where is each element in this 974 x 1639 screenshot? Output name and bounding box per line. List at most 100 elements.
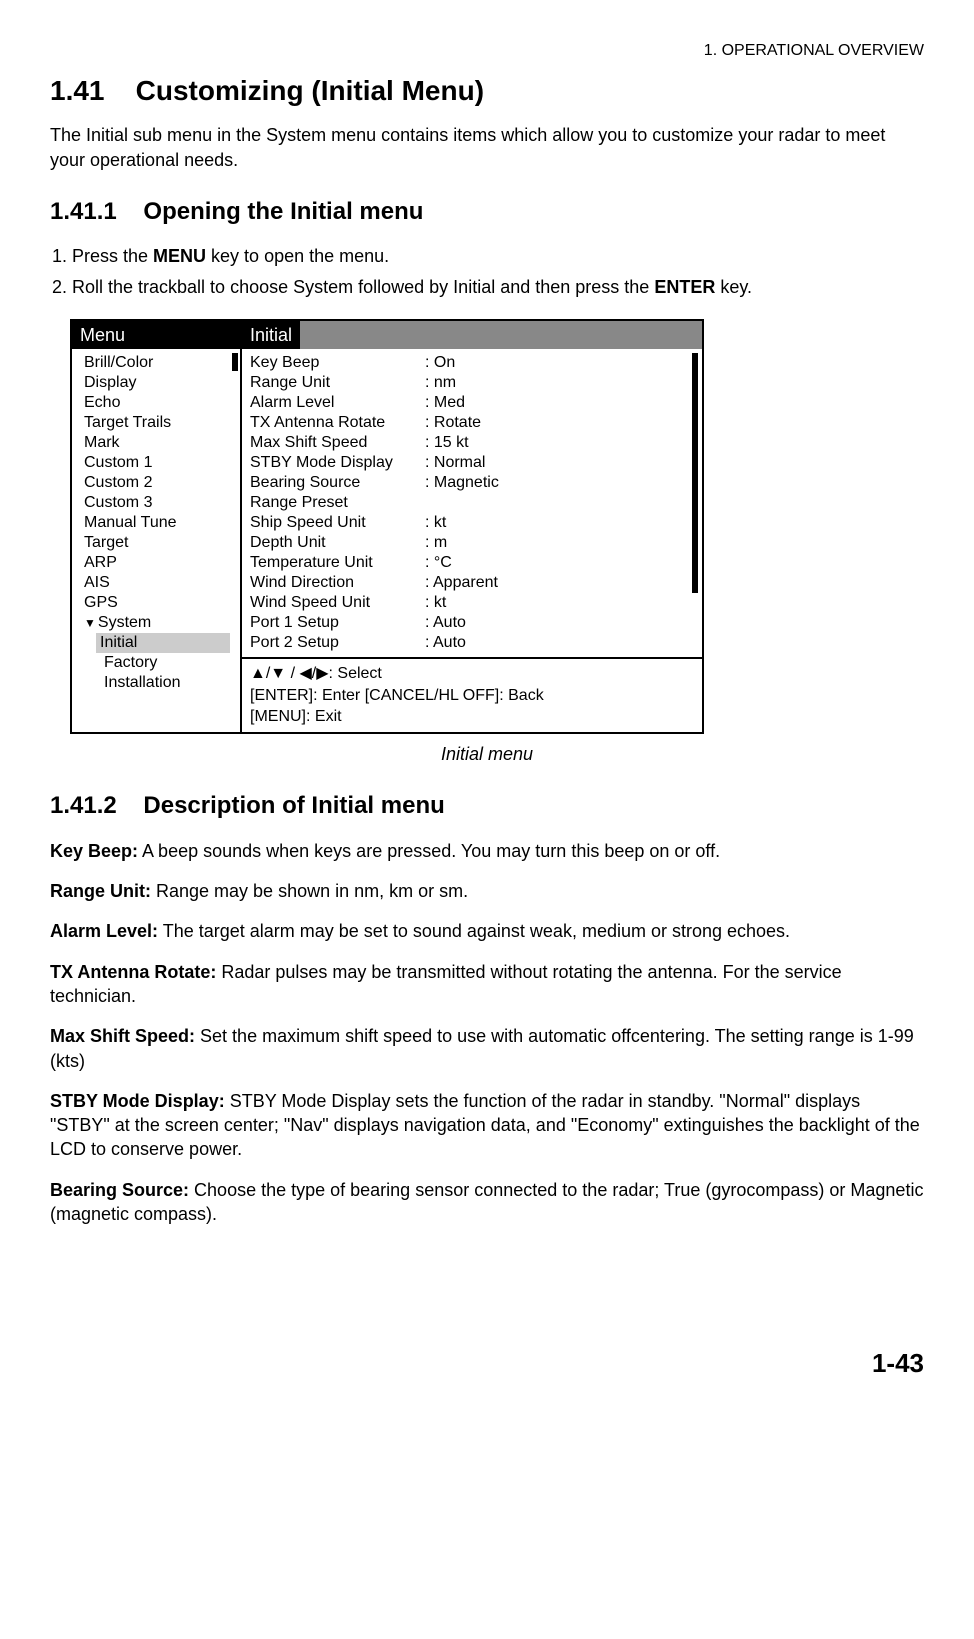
setting-value: : Rotate — [425, 413, 481, 433]
setting-value: : nm — [425, 373, 456, 393]
description-label: STBY Mode Display: — [50, 1091, 225, 1111]
setting-value: : m — [425, 533, 447, 553]
setting-label: Wind Direction — [250, 573, 425, 593]
setting-value: : kt — [425, 593, 446, 613]
settings-row: Key Beep: On — [250, 353, 694, 373]
menu-item: Target Trails — [80, 413, 240, 433]
figure-caption: Initial menu — [50, 742, 924, 766]
description-item: Max Shift Speed: Set the maximum shift s… — [50, 1024, 924, 1073]
setting-label: Range Preset — [250, 493, 425, 513]
subsection-2-name: Description of Initial menu — [143, 792, 444, 819]
menu-right-title: Initial — [242, 321, 300, 349]
menu-header: Menu Initial — [72, 321, 702, 349]
setting-value: : Apparent — [425, 573, 498, 593]
hint-line-3: [MENU]: Exit — [250, 706, 694, 728]
menu-subitem: Factory — [80, 653, 240, 673]
description-item: Range Unit: Range may be shown in nm, km… — [50, 879, 924, 903]
menu-item: Target — [80, 533, 240, 553]
hint-line-2: [ENTER]: Enter [CANCEL/HL OFF]: Back — [250, 685, 694, 707]
setting-label: Bearing Source — [250, 473, 425, 493]
menu-left-panel: Brill/ColorDisplayEchoTarget TrailsMarkC… — [72, 349, 242, 732]
description-item: Bearing Source: Choose the type of beari… — [50, 1178, 924, 1227]
setting-value: : kt — [425, 513, 446, 533]
section-intro: The Initial sub menu in the System menu … — [50, 123, 924, 172]
settings-row: Ship Speed Unit: kt — [250, 513, 694, 533]
section-title: 1.41 Customizing (Initial Menu) — [50, 72, 924, 110]
setting-label: Port 1 Setup — [250, 613, 425, 633]
setting-label: Temperature Unit — [250, 553, 425, 573]
menu-subitem: Installation — [80, 673, 240, 693]
menu-item-system: System — [80, 613, 240, 633]
setting-value: : 15 kt — [425, 433, 469, 453]
menu-item: Custom 1 — [80, 453, 240, 473]
menu-item: Custom 2 — [80, 473, 240, 493]
left-scrollbar — [232, 353, 238, 371]
description-label: Key Beep: — [50, 841, 138, 861]
step-2: Roll the trackball to choose System foll… — [72, 275, 924, 299]
description-label: Range Unit: — [50, 881, 151, 901]
subsection-2-title: 1.41.2 Description of Initial menu — [50, 790, 924, 822]
settings-row: Temperature Unit: °C — [250, 553, 694, 573]
description-text: Range may be shown in nm, km or sm. — [151, 881, 468, 901]
setting-label: Key Beep — [250, 353, 425, 373]
hint-line-1: ▲/▼ / ◀/▶: Select — [250, 663, 694, 685]
settings-row: Wind Direction: Apparent — [250, 573, 694, 593]
settings-row: STBY Mode Display: Normal — [250, 453, 694, 473]
menu-item: Custom 3 — [80, 493, 240, 513]
menu-item: ARP — [80, 553, 240, 573]
menu-item: Echo — [80, 393, 240, 413]
description-item: Key Beep: A beep sounds when keys are pr… — [50, 839, 924, 863]
step-1: Press the MENU key to open the menu. — [72, 244, 924, 268]
menu-item: Brill/Color — [80, 353, 240, 373]
settings-row: Alarm Level: Med — [250, 393, 694, 413]
menu-item: Manual Tune — [80, 513, 240, 533]
setting-value: : Auto — [425, 633, 466, 653]
menu-item: Display — [80, 373, 240, 393]
settings-row: Wind Speed Unit: kt — [250, 593, 694, 613]
menu-hints: ▲/▼ / ◀/▶: Select [ENTER]: Enter [CANCEL… — [242, 657, 702, 732]
setting-label: STBY Mode Display — [250, 453, 425, 473]
settings-row: Bearing Source: Magnetic — [250, 473, 694, 493]
subsection-1-name: Opening the Initial menu — [143, 198, 423, 225]
description-item: TX Antenna Rotate: Radar pulses may be t… — [50, 960, 924, 1009]
settings-row: Port 2 Setup: Auto — [250, 633, 694, 653]
setting-value: : °C — [425, 553, 452, 573]
chapter-header: 1. OPERATIONAL OVERVIEW — [50, 40, 924, 62]
subsection-2-number: 1.41.2 — [50, 792, 117, 819]
menu-item: Mark — [80, 433, 240, 453]
setting-value: : Magnetic — [425, 473, 499, 493]
section-number: 1.41 — [50, 75, 105, 106]
setting-value: : Normal — [425, 453, 485, 473]
setting-label: Port 2 Setup — [250, 633, 425, 653]
menu-figure: Menu Initial Brill/ColorDisplayEchoTarge… — [70, 319, 704, 734]
menu-item: AIS — [80, 573, 240, 593]
settings-row: Range Preset — [250, 493, 694, 513]
settings-row: Max Shift Speed: 15 kt — [250, 433, 694, 453]
subsection-1-number: 1.41.1 — [50, 198, 117, 225]
subsection-1-title: 1.41.1 Opening the Initial menu — [50, 196, 924, 228]
section-name: Customizing (Initial Menu) — [136, 75, 484, 106]
setting-value: : Med — [425, 393, 465, 413]
setting-label: Alarm Level — [250, 393, 425, 413]
menu-right-panel: Key Beep: OnRange Unit: nmAlarm Level: M… — [242, 349, 702, 732]
menu-left-title: Menu — [72, 321, 242, 349]
page-number: 1-43 — [50, 1346, 924, 1381]
settings-row: Range Unit: nm — [250, 373, 694, 393]
settings-row: TX Antenna Rotate: Rotate — [250, 413, 694, 433]
settings-row: Depth Unit: m — [250, 533, 694, 553]
setting-label: Max Shift Speed — [250, 433, 425, 453]
setting-value: : On — [425, 353, 455, 373]
description-item: Alarm Level: The target alarm may be set… — [50, 919, 924, 943]
description-label: TX Antenna Rotate: — [50, 962, 216, 982]
description-item: STBY Mode Display: STBY Mode Display set… — [50, 1089, 924, 1162]
setting-value: : Auto — [425, 613, 466, 633]
steps-list: Press the MENU key to open the menu. Rol… — [50, 244, 924, 299]
setting-label: TX Antenna Rotate — [250, 413, 425, 433]
settings-row: Port 1 Setup: Auto — [250, 613, 694, 633]
description-text: A beep sounds when keys are pressed. You… — [138, 841, 720, 861]
setting-label: Ship Speed Unit — [250, 513, 425, 533]
description-text: The target alarm may be set to sound aga… — [158, 921, 790, 941]
description-label: Max Shift Speed: — [50, 1026, 195, 1046]
setting-label: Depth Unit — [250, 533, 425, 553]
menu-item: GPS — [80, 593, 240, 613]
